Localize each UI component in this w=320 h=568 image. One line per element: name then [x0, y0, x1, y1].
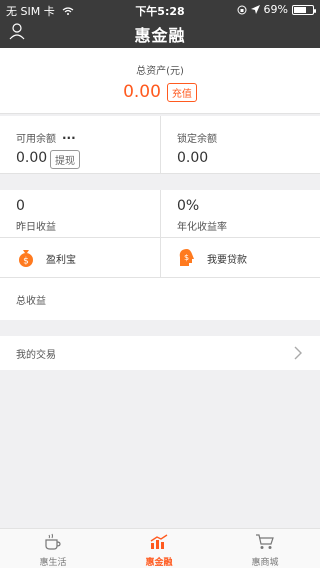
location-arrow-icon	[250, 5, 260, 14]
money-bag-icon: $	[19, 250, 33, 267]
tab-finance-label: 惠金融	[145, 558, 173, 568]
tab-life-label: 惠生活	[39, 558, 67, 568]
top-bar: 无 SIM 卡 下午5:28 69% 惠金融	[0, 0, 320, 48]
my-trades-label: 我的交易	[16, 350, 56, 361]
available-balance-dots: ...	[62, 128, 76, 142]
page-title: 惠金融	[134, 26, 186, 45]
svg-text:$: $	[23, 257, 29, 267]
locked-balance: 锁定余额 0.00	[160, 116, 320, 174]
total-assets-section: 总资产(元) 0.00 充值	[0, 48, 320, 114]
person-dollar-icon: $	[179, 249, 194, 266]
chart-icon	[150, 534, 168, 549]
cart-icon	[256, 534, 274, 549]
tab-mall-label: 惠商城	[251, 558, 279, 568]
product-loan-label: 我要贷款	[207, 254, 247, 266]
product-yinglibao[interactable]: $ 盈利宝	[0, 238, 160, 278]
locked-balance-label: 锁定余额	[177, 134, 217, 145]
yesterday-income-label: 昨日收益	[16, 222, 56, 233]
tab-mall[interactable]: 惠商城	[212, 529, 318, 568]
total-income-row[interactable]: 总收益	[0, 278, 320, 320]
tab-bar: 惠生活 惠金融 惠商城	[0, 528, 320, 568]
locked-balance-value: 0.00	[177, 150, 209, 166]
annual-rate: 0% 年化收益率	[160, 190, 320, 238]
stats-top-row: 0 昨日收益 0% 年化收益率	[0, 190, 320, 238]
product-yinglibao-label: 盈利宝	[46, 254, 76, 266]
balances-section: 可用余额 ... 0.00 提现 锁定余额 0.00	[0, 116, 320, 174]
lock-rotation-icon	[237, 5, 247, 14]
product-loan[interactable]: $ 我要贷款	[160, 238, 320, 278]
yesterday-income-value: 0	[16, 198, 25, 214]
tab-finance[interactable]: 惠金融	[106, 529, 212, 568]
total-assets-label: 总资产(元)	[136, 66, 184, 77]
annual-rate-value: 0%	[177, 198, 200, 214]
stats-section: 0 昨日收益 0% 年化收益率 $ 盈利宝 $ 我要贷款 总收益	[0, 190, 320, 320]
total-assets-value: 0.00	[123, 82, 161, 102]
battery-icon	[292, 4, 316, 15]
status-bar: 无 SIM 卡 下午5:28 69%	[0, 0, 320, 20]
status-right: 69%	[237, 3, 316, 16]
available-balance: 可用余额 ... 0.00 提现	[0, 116, 160, 174]
available-balance-value: 0.00	[16, 150, 48, 166]
my-trades-row[interactable]: 我的交易	[0, 336, 320, 370]
withdraw-button[interactable]: 提现	[50, 150, 80, 169]
battery-percent: 69%	[263, 3, 288, 16]
available-balance-label: 可用余额	[16, 134, 56, 145]
coffee-cup-icon	[45, 533, 61, 550]
chevron-right-icon	[294, 346, 302, 360]
svg-text:$: $	[184, 253, 189, 262]
products-row: $ 盈利宝 $ 我要贷款	[0, 238, 320, 278]
annual-rate-label: 年化收益率	[177, 222, 227, 233]
recharge-button[interactable]: 充值	[166, 82, 197, 102]
total-income-label: 总收益	[16, 296, 46, 307]
nav-bar: 惠金融	[0, 20, 320, 48]
tab-life[interactable]: 惠生活	[0, 529, 106, 568]
total-assets-row: 0.00 充值	[0, 82, 320, 102]
yesterday-income: 0 昨日收益	[0, 190, 160, 238]
